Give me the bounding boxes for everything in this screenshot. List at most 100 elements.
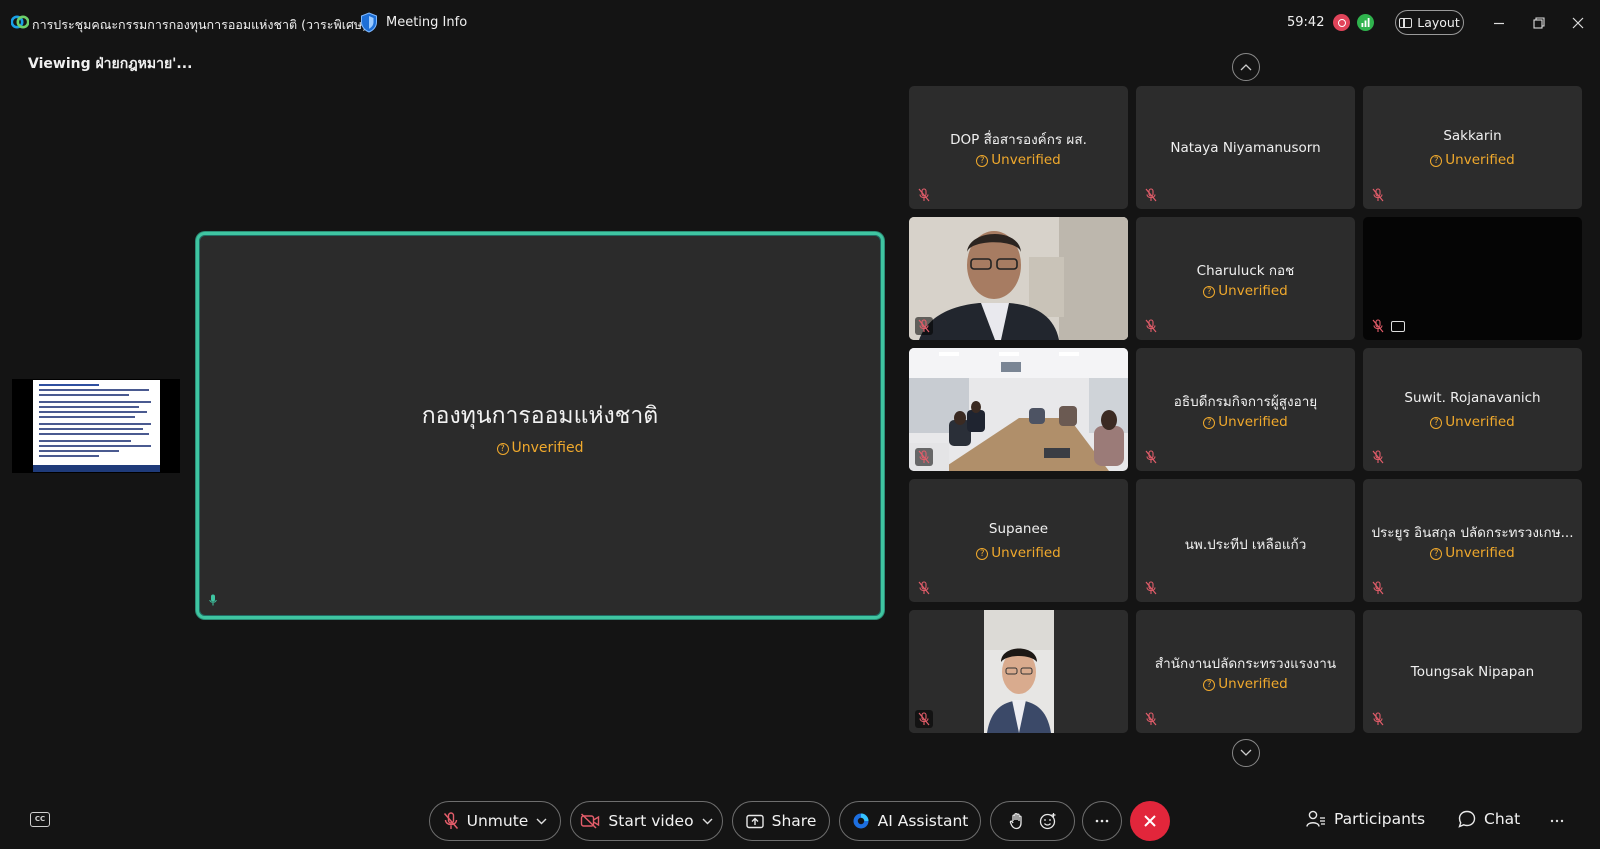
- close-icon: [1572, 17, 1584, 29]
- emoji-reaction-icon[interactable]: [1039, 812, 1057, 830]
- video-off-icon: [581, 813, 600, 829]
- start-video-button[interactable]: Start video: [570, 801, 723, 841]
- layout-button[interactable]: Layout: [1395, 10, 1464, 35]
- participant-name: Sakkarin: [1443, 128, 1502, 144]
- participant-name: สำนักงานปลัดกระทรวงแรงงาน: [1154, 656, 1337, 672]
- stage-participant-name: กองทุนการออมแห่งชาติ: [421, 403, 659, 429]
- more-panels-button[interactable]: [1550, 808, 1564, 827]
- share-label: Share: [771, 812, 817, 830]
- close-window-button[interactable]: [1567, 12, 1589, 34]
- grid-scroll-down-button[interactable]: [1232, 739, 1260, 767]
- participant-name: Toungsak Nipapan: [1410, 664, 1535, 680]
- active-speaker-stage[interactable]: กองทุนการออมแห่งชาติ ? Unverified: [196, 232, 884, 619]
- shield-icon[interactable]: [360, 12, 378, 33]
- muted-mic-icon: [915, 710, 933, 728]
- share-button[interactable]: Share: [732, 801, 830, 841]
- unverified-badge: ? Unverified: [1363, 414, 1582, 430]
- ai-assistant-button[interactable]: AI Assistant: [839, 801, 981, 841]
- status-text: Unverified: [991, 545, 1061, 561]
- reactions-group: [990, 801, 1075, 841]
- participant-tile[interactable]: ประยูร อินสกุล ปลัดกระทรวงเกษ... ? Unveri…: [1363, 479, 1582, 602]
- network-signal-icon[interactable]: [1357, 14, 1374, 31]
- muted-mic-icon: [1142, 448, 1160, 466]
- participant-tile[interactable]: DOP สื่อสารองค์กร ผส. ? Unverified: [909, 86, 1128, 209]
- question-icon: ?: [1430, 548, 1443, 560]
- participant-name: อธิบดีกรมกิจการผู้สูงอายุ: [1173, 394, 1318, 410]
- muted-mic-icon: [1369, 317, 1387, 335]
- status-text: Unverified: [1445, 414, 1515, 430]
- grid-scroll-up-button[interactable]: [1232, 53, 1260, 81]
- question-icon: ?: [1203, 679, 1216, 691]
- share-screen-icon: [745, 814, 764, 828]
- participant-tile[interactable]: Toungsak Nipapan: [1363, 610, 1582, 733]
- participant-name: ประยูร อินสกุล ปลัดกระทรวงเกษ...: [1371, 525, 1574, 541]
- participant-tile[interactable]: Charuluck กอช ? Unverified: [1136, 217, 1355, 340]
- chevron-down-icon[interactable]: [702, 818, 713, 825]
- shared-content-thumbnail[interactable]: [12, 379, 180, 473]
- chat-button[interactable]: Chat: [1458, 810, 1520, 828]
- participants-icon: [1306, 810, 1325, 827]
- question-icon: ?: [976, 548, 989, 560]
- meeting-info-button[interactable]: Meeting Info: [386, 15, 467, 30]
- viewing-label: Viewing ฝ่ายกฎหมาย'...: [28, 56, 193, 72]
- unmute-button[interactable]: Unmute: [429, 801, 561, 841]
- participant-name: Charuluck กอช: [1196, 263, 1295, 279]
- minimize-button[interactable]: [1488, 12, 1510, 34]
- leave-meeting-button[interactable]: [1130, 801, 1170, 841]
- unverified-badge: ? Unverified: [1136, 414, 1355, 430]
- title-bar: การประชุมคณะกรรมการกองทุนการออมแห่งชาติ …: [0, 0, 1600, 46]
- participants-button[interactable]: Participants: [1306, 810, 1425, 828]
- closed-captions-button[interactable]: CC: [30, 812, 50, 827]
- restore-button[interactable]: [1528, 12, 1550, 34]
- unverified-badge: ? Unverified: [1363, 545, 1582, 561]
- status-text: Unverified: [1445, 152, 1515, 168]
- muted-mic-icon: [1369, 448, 1387, 466]
- muted-mic-icon: [915, 448, 933, 466]
- participant-tile[interactable]: นพ.ประทีป เหลือแก้ว: [1136, 479, 1355, 602]
- unverified-badge: ? Unverified: [909, 545, 1128, 561]
- more-options-button[interactable]: [1082, 801, 1122, 841]
- participant-tile[interactable]: อธิบดีกรมกิจการผู้สูงอายุ ? Unverified: [1136, 348, 1355, 471]
- chevron-up-icon: [1240, 64, 1252, 71]
- question-icon: ?: [1430, 417, 1443, 429]
- meeting-title: การประชุมคณะกรรมการกองทุนการออมแห่งชาติ …: [32, 17, 368, 32]
- question-icon: ?: [1203, 417, 1216, 429]
- raise-hand-icon[interactable]: [1009, 812, 1025, 830]
- participant-tile[interactable]: Supanee ? Unverified: [909, 479, 1128, 602]
- chat-bubble-icon: [1458, 810, 1476, 828]
- participant-tile[interactable]: Suwit. Rojanavanich ? Unverified: [1363, 348, 1582, 471]
- participant-video-tile[interactable]: [909, 348, 1128, 471]
- question-icon: ?: [496, 443, 509, 455]
- question-icon: ?: [1203, 286, 1216, 298]
- status-text: Unverified: [991, 152, 1061, 168]
- question-icon: ?: [976, 155, 989, 167]
- status-text: Unverified: [1218, 414, 1288, 430]
- participants-label: Participants: [1334, 810, 1426, 828]
- chevron-down-icon[interactable]: [536, 818, 547, 825]
- layout-button-label: Layout: [1417, 15, 1460, 30]
- muted-mic-icon: [1369, 579, 1387, 597]
- muted-mic-icon: [915, 579, 933, 597]
- meeting-timer: 59:42: [1287, 15, 1325, 30]
- participant-tile[interactable]: Sakkarin ? Unverified: [1363, 86, 1582, 209]
- participant-name: Supanee: [988, 521, 1049, 537]
- unverified-badge: ? Unverified: [1136, 676, 1355, 692]
- muted-mic-icon: [915, 317, 933, 335]
- start-video-label: Start video: [608, 812, 694, 830]
- chevron-down-icon: [1240, 749, 1252, 756]
- participant-tile[interactable]: Nataya Niyamanusorn: [1136, 86, 1355, 209]
- recording-icon[interactable]: [1333, 14, 1350, 31]
- restore-icon: [1533, 17, 1545, 29]
- status-text: Unverified: [1445, 545, 1515, 561]
- unmute-label: Unmute: [466, 812, 529, 830]
- muted-mic-icon: [1369, 186, 1387, 204]
- muted-mic-icon: [1142, 186, 1160, 204]
- unverified-badge: ? Unverified: [909, 152, 1128, 168]
- participant-video-tile[interactable]: [909, 610, 1128, 733]
- screen-share-icon: [1391, 321, 1405, 332]
- participant-tile-sharing[interactable]: [1363, 217, 1582, 340]
- participant-video-tile[interactable]: [909, 217, 1128, 340]
- more-horizontal-icon: [1550, 819, 1564, 823]
- participant-tile[interactable]: สำนักงานปลัดกระทรวงแรงงาน ? Unverified: [1136, 610, 1355, 733]
- status-text: Unverified: [1218, 283, 1288, 299]
